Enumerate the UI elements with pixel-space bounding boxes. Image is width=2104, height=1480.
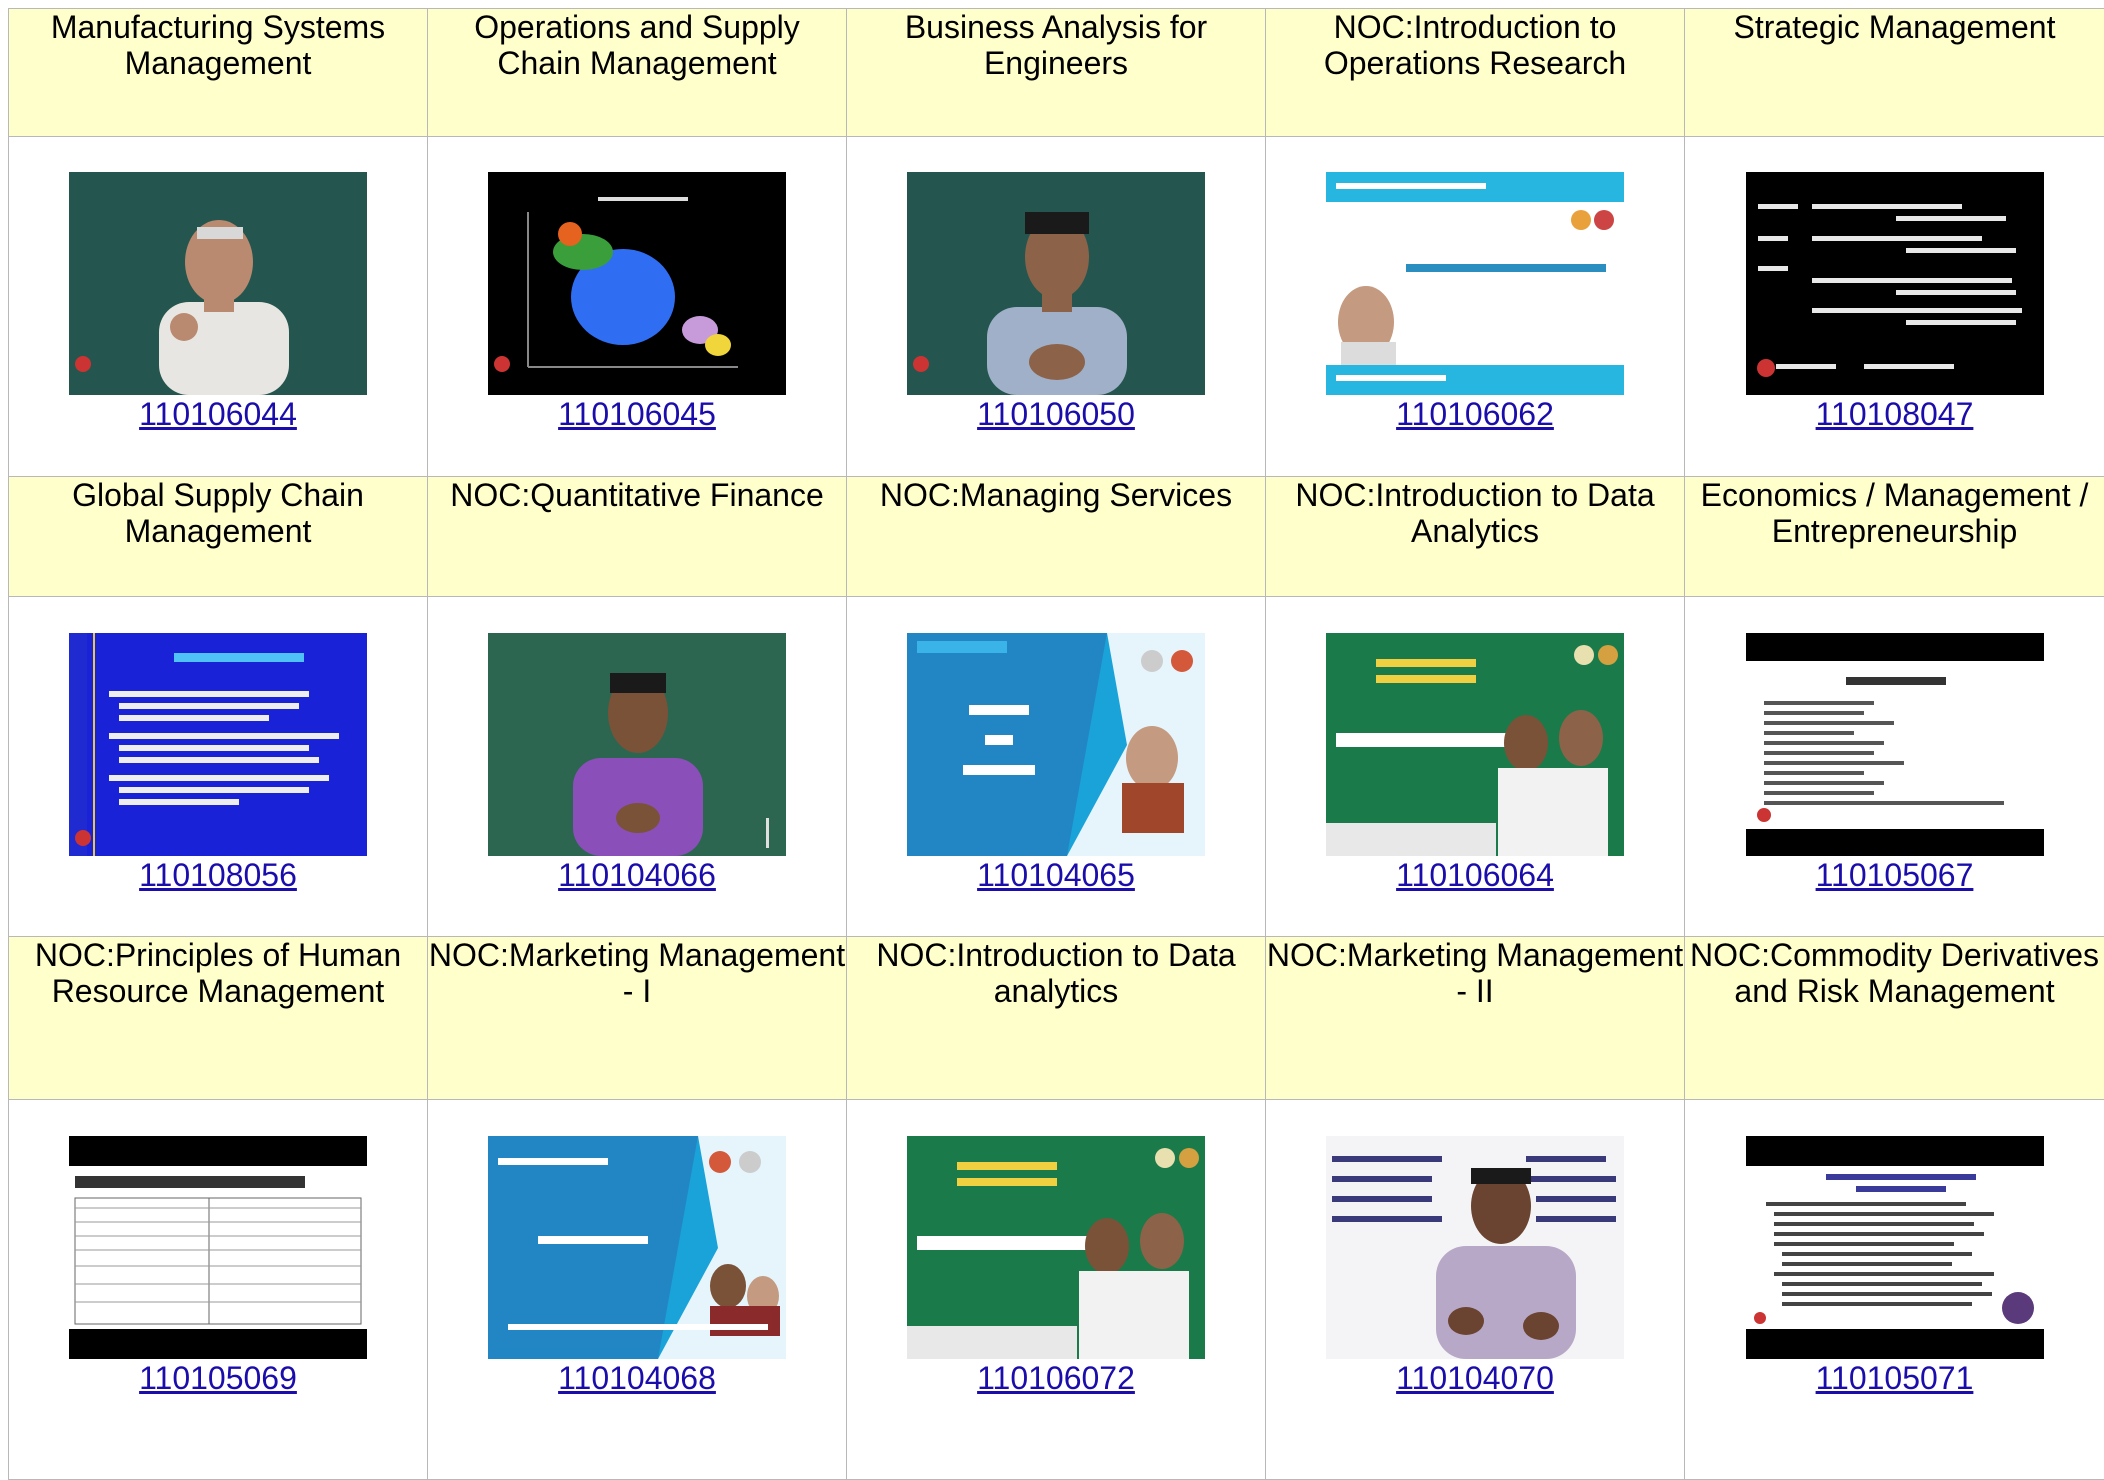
course-thumbnail-link[interactable] — [907, 1136, 1205, 1359]
course-cell: 110106072 — [847, 1100, 1266, 1480]
course-thumbnail-link[interactable] — [69, 172, 367, 395]
text-slide-thumbnail — [1746, 172, 2044, 395]
course-title: Operations and Supply Chain Management — [428, 9, 847, 137]
course-code-link[interactable]: 110108056 — [139, 857, 297, 893]
text-slide-thumbnail — [1746, 1136, 2044, 1359]
course-cell: 110106044 — [9, 137, 428, 477]
title-slide-thumbnail — [907, 1136, 1205, 1359]
course-cell: 110104068 — [428, 1100, 847, 1480]
course-cell: 110105069 — [9, 1100, 428, 1480]
course-thumbnail-link[interactable] — [488, 172, 786, 395]
course-cell: 110108056 — [9, 597, 428, 937]
course-thumbnail-link[interactable] — [1746, 1136, 2044, 1359]
course-title: Manufacturing Systems Management — [9, 9, 428, 137]
bubble-diagram-thumbnail — [488, 172, 786, 395]
course-cell: 110106050 — [847, 137, 1266, 477]
course-thumbnail-link[interactable] — [69, 633, 367, 856]
course-code-link[interactable]: 110106064 — [1396, 857, 1554, 893]
thumbnail-row: 110106044 — [9, 137, 2104, 477]
course-cell: 110108047 — [1685, 137, 2104, 477]
title-slide-thumbnail — [488, 1136, 786, 1359]
blue-text-slide-thumbnail — [69, 633, 367, 856]
course-cell: 110104066 — [428, 597, 847, 937]
title-slide-thumbnail — [907, 633, 1205, 856]
course-title: NOC:Marketing Management - I — [428, 937, 847, 1100]
title-row: NOC:Principles of Human Resource Managem… — [9, 937, 2104, 1100]
course-code-link[interactable]: 110104068 — [558, 1360, 716, 1396]
course-cell: 110106062 — [1266, 137, 1685, 477]
course-thumbnail-link[interactable] — [907, 172, 1205, 395]
course-thumbnail-link[interactable] — [1746, 633, 2044, 856]
course-title: NOC:Introduction to Data Analytics — [1266, 477, 1685, 597]
course-title: NOC:Principles of Human Resource Managem… — [9, 937, 428, 1100]
course-cell: 110106064 — [1266, 597, 1685, 937]
course-code-link[interactable]: 110105069 — [139, 1360, 297, 1396]
course-cell: 110105071 — [1685, 1100, 2104, 1480]
lecturer-video-thumbnail — [1326, 1136, 1624, 1359]
course-title: Business Analysis for Engineers — [847, 9, 1266, 137]
course-code-link[interactable]: 110104065 — [977, 857, 1135, 893]
course-thumbnail-link[interactable] — [907, 633, 1205, 856]
lecturer-video-thumbnail — [907, 172, 1205, 395]
course-grid: Manufacturing Systems Management Operati… — [8, 8, 2104, 1480]
course-code-link[interactable]: 110105071 — [1816, 1360, 1974, 1396]
title-row: Global Supply Chain Management NOC:Quant… — [9, 477, 2104, 597]
course-thumbnail-link[interactable] — [1326, 1136, 1624, 1359]
course-title: Economics / Management / Entrepreneurshi… — [1685, 477, 2104, 597]
course-title: Strategic Management — [1685, 9, 2104, 137]
course-code-link[interactable]: 110104070 — [1396, 1360, 1554, 1396]
title-row: Manufacturing Systems Management Operati… — [9, 9, 2104, 137]
course-code-link[interactable]: 110106044 — [139, 396, 297, 432]
course-title: NOC:Introduction to Data analytics — [847, 937, 1266, 1100]
title-slide-thumbnail — [1326, 172, 1624, 395]
course-cell: 110106045 — [428, 137, 847, 477]
thumbnail-row: 110105069 — [9, 1100, 2104, 1480]
course-code-link[interactable]: 110106072 — [977, 1360, 1135, 1396]
course-thumbnail-link[interactable] — [488, 633, 786, 856]
course-thumbnail-link[interactable] — [1326, 172, 1624, 395]
thumbnail-row: 110108056 110104066 — [9, 597, 2104, 937]
course-thumbnail-link[interactable] — [69, 1136, 367, 1359]
course-title: Global Supply Chain Management — [9, 477, 428, 597]
course-code-link[interactable]: 110108047 — [1816, 396, 1974, 432]
title-slide-thumbnail — [1326, 633, 1624, 856]
table-slide-thumbnail — [69, 1136, 367, 1359]
course-thumbnail-link[interactable] — [1746, 172, 2044, 395]
course-title: NOC:Quantitative Finance — [428, 477, 847, 597]
course-cell: 110104065 — [847, 597, 1266, 937]
course-thumbnail-link[interactable] — [1326, 633, 1624, 856]
course-cell: 110105067 — [1685, 597, 2104, 937]
syllabus-slide-thumbnail — [1746, 633, 2044, 856]
course-code-link[interactable]: 110106050 — [977, 396, 1135, 432]
course-thumbnail-link[interactable] — [488, 1136, 786, 1359]
course-code-link[interactable]: 110105067 — [1816, 857, 1974, 893]
course-code-link[interactable]: 110106045 — [558, 396, 716, 432]
course-code-link[interactable]: 110104066 — [558, 857, 716, 893]
lecturer-video-thumbnail — [69, 172, 367, 395]
course-title: NOC:Marketing Management - II — [1266, 937, 1685, 1100]
lecturer-video-thumbnail — [488, 633, 786, 856]
course-code-link[interactable]: 110106062 — [1396, 396, 1554, 432]
course-title: NOC:Managing Services — [847, 477, 1266, 597]
course-title: NOC:Commodity Derivatives and Risk Manag… — [1685, 937, 2104, 1100]
course-title: NOC:Introduction to Operations Research — [1266, 9, 1685, 137]
course-cell: 110104070 — [1266, 1100, 1685, 1480]
